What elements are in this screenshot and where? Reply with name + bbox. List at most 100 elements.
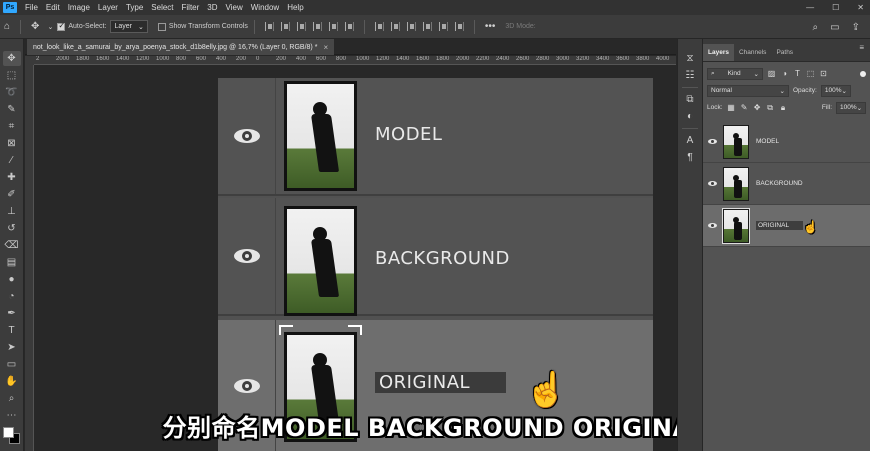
blur-tool-icon[interactable]: ● — [3, 272, 21, 287]
minimize-button[interactable]: — — [806, 3, 814, 12]
blend-mode-dropdown[interactable]: Normal ⌄ — [707, 84, 789, 97]
eyedropper-tool-icon[interactable]: ⁄ — [3, 153, 21, 168]
tab-paths[interactable]: Paths — [771, 44, 798, 61]
eye-icon[interactable] — [233, 129, 260, 143]
distribute-left-icon[interactable] — [422, 22, 432, 31]
horizontal-ruler[interactable]: 2 2000 1800 1600 1400 1200 1000 800 600 400 200 0 20… — [34, 56, 676, 65]
menu-select[interactable]: Select — [147, 3, 177, 12]
healing-brush-icon[interactable]: ✚ — [3, 170, 21, 185]
menu-window[interactable]: Window — [247, 3, 283, 12]
home-icon[interactable]: ⌂ — [4, 21, 10, 32]
clone-stamp-icon[interactable]: ⊥ — [3, 204, 21, 219]
photoshop-logo[interactable]: Ps — [3, 2, 17, 13]
quick-select-tool-icon[interactable]: ✎ — [3, 102, 21, 117]
close-window-button[interactable]: ✕ — [857, 3, 864, 12]
eye-icon[interactable] — [233, 249, 260, 263]
type-filter-icon[interactable]: T — [793, 69, 802, 78]
vertical-ruler[interactable] — [25, 65, 34, 451]
visibility-toggle[interactable] — [703, 139, 721, 144]
menu-filter[interactable]: Filter — [178, 3, 204, 12]
layer-name[interactable]: MODEL — [756, 138, 779, 145]
panel-menu-icon[interactable]: ≡ — [859, 43, 864, 52]
lock-transparent-icon[interactable]: ▦ — [727, 103, 736, 112]
move-tool-icon[interactable]: ✥ — [2, 51, 21, 66]
marquee-tool-icon[interactable]: ⬚ — [3, 68, 21, 83]
auto-select-option[interactable]: Auto-Select: — [57, 21, 106, 31]
tab-layers[interactable]: Layers — [703, 44, 734, 61]
lock-position-icon[interactable]: ✥ — [753, 103, 762, 112]
smart-object-filter-icon[interactable]: ⊡ — [819, 69, 828, 78]
rectangle-tool-icon[interactable]: ▭ — [3, 357, 21, 372]
align-left-icon[interactable] — [264, 22, 274, 31]
path-select-icon[interactable]: ➤ — [3, 340, 21, 355]
distribute-right-icon[interactable] — [454, 22, 464, 31]
fill-input[interactable]: 100% ⌄ — [836, 101, 866, 114]
workspace-icon[interactable]: ▭ — [830, 22, 839, 33]
paragraph-icon[interactable]: ¶ — [681, 152, 699, 163]
layer-row[interactable]: BACKGROUND — [703, 163, 870, 205]
close-icon[interactable]: × — [323, 43, 328, 52]
share-icon[interactable]: ⇪ — [852, 22, 860, 33]
type-tool-icon[interactable]: T — [3, 323, 21, 338]
menu-layer[interactable]: Layer — [94, 3, 122, 12]
distribute-center-icon[interactable] — [438, 22, 448, 31]
distribute-bottom-icon[interactable] — [406, 22, 416, 31]
menu-view[interactable]: View — [222, 3, 247, 12]
history-icon[interactable]: ⧖ — [681, 53, 699, 64]
layer-row-selected[interactable]: ORIGINAL ☝ — [703, 205, 870, 247]
brush-tool-icon[interactable]: ✐ — [3, 187, 21, 202]
distribute-middle-icon[interactable] — [390, 22, 400, 31]
show-transform-option[interactable]: Show Transform Controls — [157, 22, 248, 31]
zoomed-layer-name-edit[interactable]: ORIGINAL — [375, 372, 507, 393]
auto-select-checkbox[interactable] — [57, 21, 66, 31]
layer-row[interactable]: MODEL — [703, 121, 870, 163]
chevron-down-icon[interactable]: ⌄ — [47, 23, 53, 31]
visibility-toggle[interactable] — [703, 223, 721, 228]
document-tab[interactable]: not_look_like_a_samurai_by_arya_poenya_s… — [27, 39, 335, 55]
menu-type[interactable]: Type — [122, 3, 147, 12]
properties-icon[interactable]: ☷ — [681, 70, 699, 81]
menu-help[interactable]: Help — [283, 3, 307, 12]
frame-tool-icon[interactable]: ⊠ — [3, 136, 21, 151]
layer-name-edit[interactable]: ORIGINAL — [756, 221, 804, 230]
visibility-toggle[interactable] — [703, 181, 721, 186]
tab-channels[interactable]: Channels — [734, 44, 771, 61]
adjustments-icon[interactable]: ◐ — [681, 111, 699, 122]
menu-image[interactable]: Image — [64, 3, 94, 12]
zoom-tool-icon[interactable]: ⌕ — [3, 391, 21, 406]
align-right-icon[interactable] — [296, 22, 306, 31]
menu-edit[interactable]: Edit — [42, 3, 64, 12]
libraries-icon[interactable]: ⧉ — [681, 94, 699, 105]
adjustment-filter-icon[interactable]: ◑ — [780, 69, 789, 78]
ruler-origin[interactable] — [25, 56, 34, 65]
character-icon[interactable]: A — [681, 135, 699, 146]
maximize-button[interactable]: ☐ — [832, 3, 839, 12]
menu-3d[interactable]: 3D — [203, 3, 221, 12]
menu-file[interactable]: File — [21, 3, 42, 12]
shape-filter-icon[interactable]: ⬚ — [806, 69, 815, 78]
search-icon[interactable]: ⌕ — [813, 22, 819, 33]
align-center-icon[interactable] — [280, 22, 290, 31]
pen-tool-icon[interactable]: ✒ — [3, 306, 21, 321]
crop-tool-icon[interactable]: ⌗ — [3, 119, 21, 134]
filter-toggle[interactable] — [860, 70, 866, 77]
filter-kind-dropdown[interactable]: ⌕ Kind ⌄ — [707, 67, 763, 80]
show-transform-checkbox[interactable] — [157, 22, 166, 31]
history-brush-icon[interactable]: ↺ — [3, 221, 21, 236]
opacity-input[interactable]: 100% ⌄ — [820, 84, 851, 97]
align-middle-icon[interactable] — [328, 22, 338, 31]
distribute-top-icon[interactable] — [374, 22, 384, 31]
lock-all-icon[interactable]: 🔒︎ — [779, 103, 788, 112]
align-bottom-icon[interactable] — [344, 22, 354, 31]
hand-tool-icon[interactable]: ✋ — [3, 374, 21, 389]
eraser-tool-icon[interactable]: ⌫ — [3, 238, 21, 253]
lock-artboard-icon[interactable]: ⧉ — [766, 103, 775, 112]
auto-select-dropdown[interactable]: Layer ⌄ — [110, 20, 148, 33]
move-tool-icon[interactable]: ✥ — [31, 21, 39, 32]
eye-icon[interactable] — [233, 378, 260, 393]
lasso-tool-icon[interactable]: ➰ — [3, 85, 21, 100]
layer-name[interactable]: BACKGROUND — [756, 180, 803, 187]
pixel-filter-icon[interactable]: ▨ — [767, 69, 776, 78]
gradient-tool-icon[interactable]: ▤ — [3, 255, 21, 270]
more-options-button[interactable]: ••• — [485, 21, 496, 32]
